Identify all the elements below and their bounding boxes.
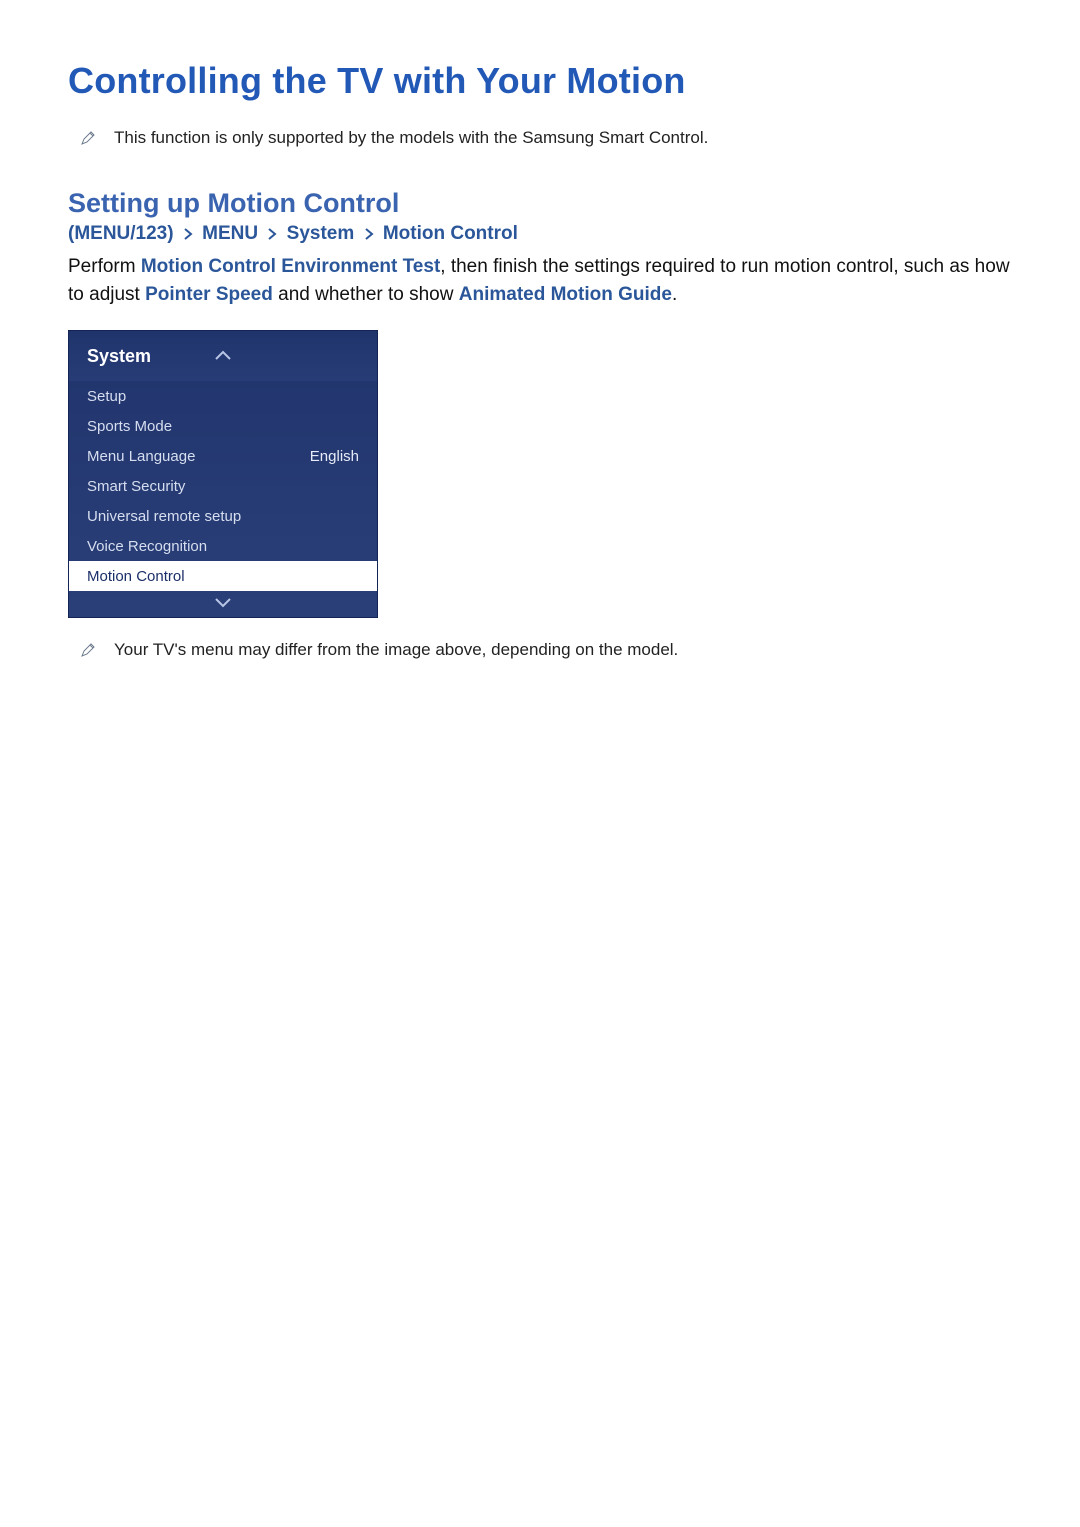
chevron-right-icon xyxy=(267,223,277,245)
breadcrumb-menu: MENU xyxy=(202,223,258,244)
body-text: . xyxy=(672,284,677,305)
tv-menu-row-label: Voice Recognition xyxy=(87,538,207,555)
section-title: Setting up Motion Control xyxy=(68,188,1012,219)
tv-menu-row[interactable]: Sports Mode xyxy=(69,411,377,441)
tv-system-menu: System Setup Sports Mode Menu Language Engl… xyxy=(68,330,378,618)
note-bottom: Your TV's menu may differ from the image… xyxy=(80,640,1012,663)
note-top-text: This function is only supported by the m… xyxy=(114,128,708,148)
chevron-up-icon[interactable] xyxy=(214,348,232,365)
tv-menu-header: System xyxy=(69,331,377,381)
tv-menu-rows: Setup Sports Mode Menu Language English Smar… xyxy=(69,381,377,591)
tv-menu-row[interactable]: Smart Security xyxy=(69,471,377,501)
body-highlight-pointer-speed: Pointer Speed xyxy=(145,284,273,305)
tv-menu-row[interactable]: Voice Recognition xyxy=(69,531,377,561)
body-text: Perform xyxy=(68,256,141,277)
tv-menu-row-label: Smart Security xyxy=(87,478,185,495)
tv-menu-row-value: English xyxy=(310,448,359,465)
body-paragraph: Perform Motion Control Environment Test,… xyxy=(68,253,1012,308)
tv-menu-row-label: Menu Language xyxy=(87,448,195,465)
page-title: Controlling the TV with Your Motion xyxy=(68,60,1012,102)
body-highlight-animated-guide: Animated Motion Guide xyxy=(459,284,672,305)
breadcrumb: (MENU/123) MENU System Motion Control xyxy=(68,223,1012,245)
body-text: and whether to show xyxy=(273,284,459,305)
note-bottom-text: Your TV's menu may differ from the image… xyxy=(114,640,678,660)
breadcrumb-system: System xyxy=(287,223,355,244)
page-container: Controlling the TV with Your Motion This… xyxy=(0,0,1080,1527)
pencil-icon xyxy=(80,642,96,663)
tv-menu-row[interactable]: Motion Control xyxy=(69,561,377,591)
chevron-right-icon xyxy=(364,223,374,245)
pencil-icon xyxy=(80,130,96,146)
breadcrumb-menu123: MENU/123 xyxy=(74,223,167,244)
tv-menu-row[interactable]: Menu Language English xyxy=(69,441,377,471)
note-top: This function is only supported by the m… xyxy=(80,128,1012,148)
tv-menu-row[interactable]: Universal remote setup xyxy=(69,501,377,531)
breadcrumb-motion-control: Motion Control xyxy=(383,223,518,244)
tv-menu-row-label: Motion Control xyxy=(87,568,185,585)
chevron-down-icon[interactable] xyxy=(214,596,232,613)
body-highlight-env-test: Motion Control Environment Test xyxy=(141,256,440,277)
tv-menu-row-label: Universal remote setup xyxy=(87,508,241,525)
tv-menu-row-label: Sports Mode xyxy=(87,418,172,435)
tv-menu-row[interactable]: Setup xyxy=(69,381,377,411)
tv-menu-row-label: Setup xyxy=(87,388,126,405)
breadcrumb-close-paren: ) xyxy=(167,223,173,244)
tv-menu-title: System xyxy=(87,346,151,367)
chevron-right-icon xyxy=(183,223,193,245)
tv-menu-footer xyxy=(69,591,377,617)
